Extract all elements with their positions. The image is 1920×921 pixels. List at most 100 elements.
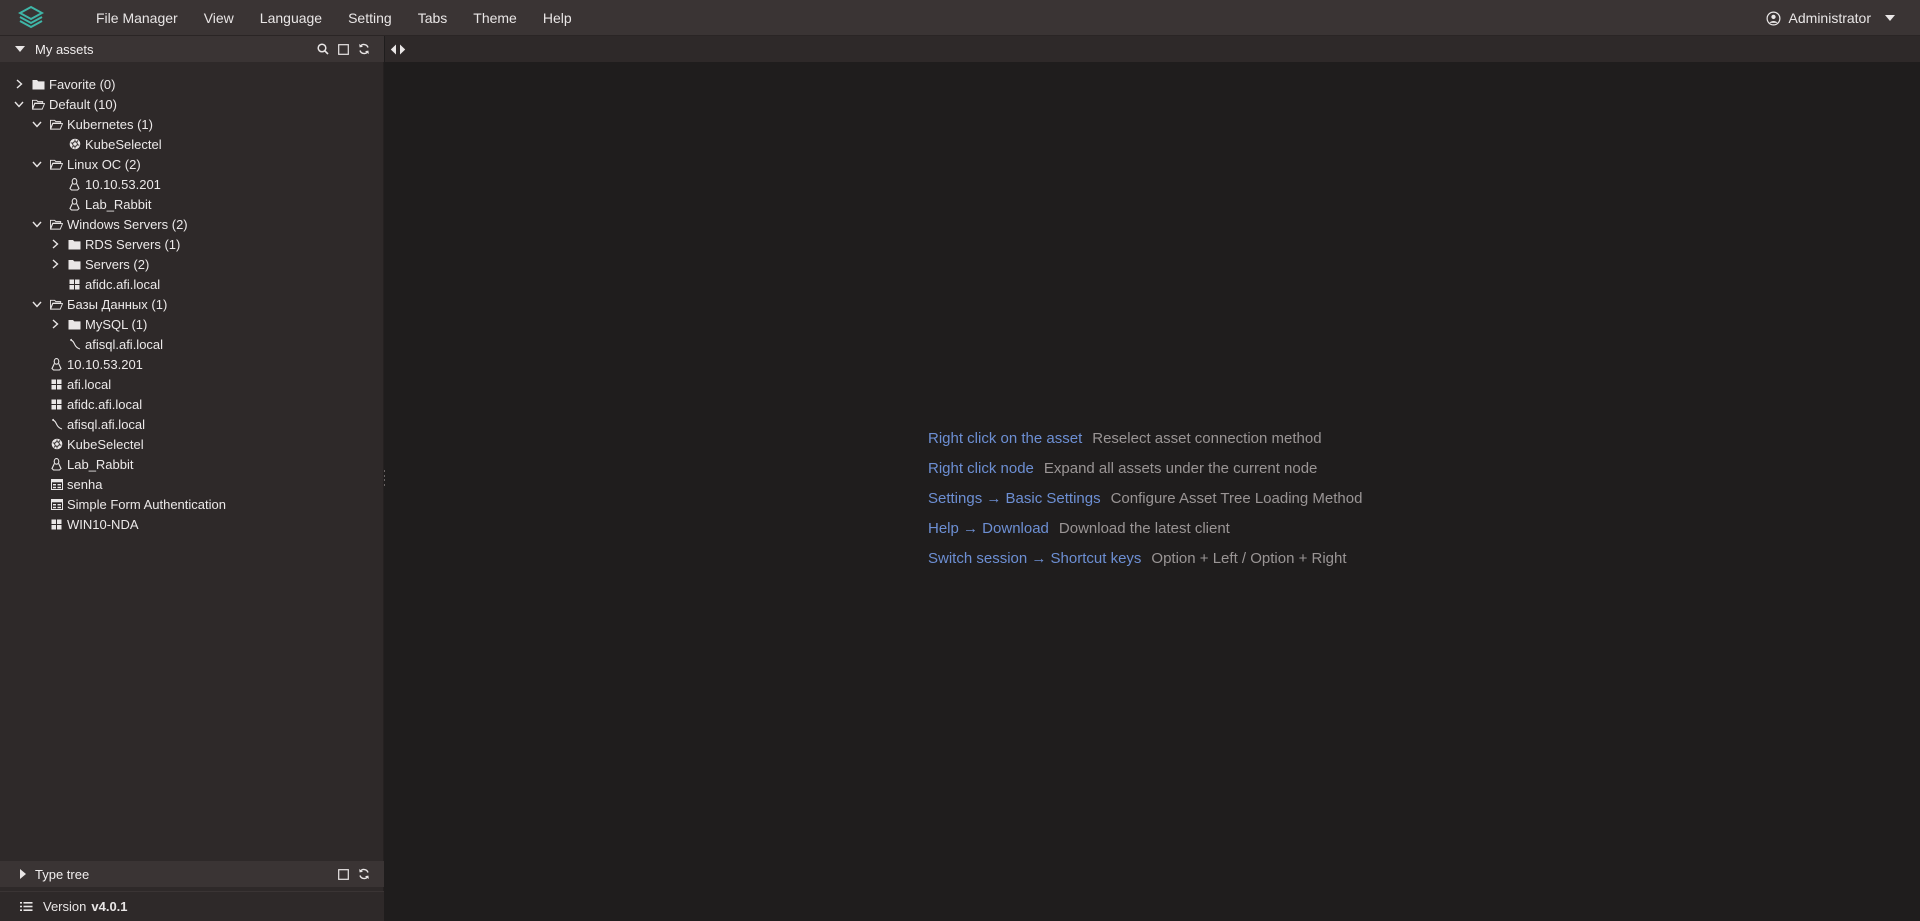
tree-node[interactable]: 10.10.53.201 — [50, 174, 161, 194]
windows-icon — [50, 398, 63, 411]
tree-node[interactable]: afisql.afi.local — [32, 414, 145, 434]
kubernetes-icon — [68, 138, 81, 151]
tree-node[interactable]: afisql.afi.local — [50, 334, 163, 354]
tab-prev-icon[interactable] — [390, 44, 397, 55]
collapse-all-icon[interactable] — [338, 868, 349, 880]
folder-open-icon — [50, 158, 63, 171]
tree-node[interactable]: senha — [32, 474, 102, 494]
tree-node-label: Базы Данных (1) — [67, 296, 168, 312]
tree-node-label: afisql.afi.local — [67, 416, 146, 432]
hint-value: Expand all assets under the current node — [1043, 459, 1318, 477]
collapse-all-icon[interactable] — [338, 43, 349, 55]
tree-node[interactable]: Lab_Rabbit — [50, 194, 152, 214]
chevron-right-icon[interactable] — [14, 79, 24, 89]
hint-row: Right click node Expand all assets under… — [928, 453, 1362, 483]
tree-node[interactable]: afi.local — [32, 374, 111, 394]
menu-view[interactable]: View — [191, 0, 247, 36]
collapse-triangle-icon[interactable] — [15, 46, 25, 52]
tree-node-label: afisql.afi.local — [85, 336, 164, 352]
tree-node-label: afidc.afi.local — [67, 396, 143, 412]
menu-setting[interactable]: Setting — [335, 0, 405, 36]
type-tree-header[interactable]: Type tree — [0, 861, 384, 887]
list-menu-icon[interactable] — [20, 901, 33, 912]
menu-theme[interactable]: Theme — [460, 0, 530, 36]
expand-triangle-icon[interactable] — [20, 869, 26, 879]
folder-open-icon — [50, 118, 63, 131]
tree-node[interactable]: Default (10) — [14, 94, 117, 114]
tree-node-label: Servers (2) — [85, 256, 150, 272]
tree-node[interactable]: 10.10.53.201 — [32, 354, 143, 374]
chevron-down-icon[interactable] — [32, 119, 42, 129]
linux-icon — [68, 177, 81, 191]
tree-node[interactable]: Servers (2) — [50, 254, 149, 274]
tree-node[interactable]: Windows Servers (2) — [32, 214, 188, 234]
chevron-right-icon[interactable] — [50, 259, 60, 269]
tab-next-icon[interactable] — [399, 44, 406, 55]
tab-bar — [385, 36, 1920, 62]
version-label: Version — [43, 899, 87, 914]
tree-node[interactable]: Kubernetes (1) — [32, 114, 153, 134]
tree-node[interactable]: Linux OC (2) — [32, 154, 141, 174]
tree-node-label: Linux OC (2) — [67, 156, 141, 172]
chevron-down-icon[interactable] — [32, 159, 42, 169]
chevron-down-icon[interactable] — [32, 219, 42, 229]
menu-tabs[interactable]: Tabs — [405, 0, 461, 36]
menu-help[interactable]: Help — [530, 0, 585, 36]
refresh-icon[interactable] — [358, 868, 370, 880]
chevron-down-icon[interactable] — [14, 99, 24, 109]
tree-node[interactable]: afidc.afi.local — [32, 394, 142, 414]
chevron-right-icon[interactable] — [50, 319, 60, 329]
my-assets-header[interactable]: My assets — [0, 36, 384, 62]
tree-node[interactable]: Simple Form Authentication — [32, 494, 226, 514]
menu-bar: File Manager View Language Setting Tabs … — [0, 0, 1920, 36]
hint-value: Configure Asset Tree Loading Method — [1110, 489, 1363, 507]
caret-down-icon — [1885, 15, 1895, 21]
chevron-down-icon[interactable] — [32, 299, 42, 309]
tree-node[interactable]: KubeSelectel — [32, 434, 144, 454]
tree-node[interactable]: MySQL (1) — [50, 314, 147, 334]
user-circle-icon — [1766, 11, 1781, 26]
tree-node-label: Simple Form Authentication — [67, 496, 226, 512]
tree-node[interactable]: Lab_Rabbit — [32, 454, 134, 474]
tree-node[interactable]: Favorite (0) — [14, 74, 115, 94]
hint-row: Switch session → Shortcut keys Option + … — [928, 543, 1362, 573]
tree-node-label: senha — [67, 476, 103, 492]
hint-list: Right click on the asset Reselect asset … — [928, 423, 1362, 573]
menu-file-manager[interactable]: File Manager — [83, 0, 191, 36]
user-menu[interactable]: Administrator — [1766, 0, 1895, 36]
windows-icon — [68, 278, 81, 291]
menu-language[interactable]: Language — [247, 0, 335, 36]
refresh-icon[interactable] — [358, 43, 370, 55]
tree-node[interactable]: Базы Данных (1) — [32, 294, 167, 314]
tree-node-label: 10.10.53.201 — [85, 176, 161, 192]
tree-node[interactable]: KubeSelectel — [50, 134, 162, 154]
hint-key: Switch session → Shortcut keys — [928, 549, 1142, 567]
tree-node-label: Lab_Rabbit — [85, 196, 152, 212]
folder-open-icon — [50, 218, 63, 231]
sidebar: My assets Favorite (0) Default (10) Kubern… — [0, 36, 384, 921]
tree-node[interactable]: WIN10-NDA — [32, 514, 139, 534]
tree-node[interactable]: RDS Servers (1) — [50, 234, 180, 254]
folder-open-icon — [50, 298, 63, 311]
my-assets-title: My assets — [35, 41, 94, 57]
web-form-icon — [50, 498, 63, 511]
folder-open-icon — [32, 98, 45, 111]
version-value: v4.0.1 — [91, 899, 128, 914]
app-logo-icon[interactable] — [17, 4, 45, 32]
linux-icon — [50, 357, 63, 371]
tree-node[interactable]: afidc.afi.local — [50, 274, 160, 294]
hint-key: Help → Download — [928, 519, 1049, 537]
search-icon[interactable] — [317, 43, 329, 55]
tree-node-label: Lab_Rabbit — [67, 456, 134, 472]
type-tree-title: Type tree — [35, 866, 90, 882]
chevron-right-icon[interactable] — [50, 239, 60, 249]
